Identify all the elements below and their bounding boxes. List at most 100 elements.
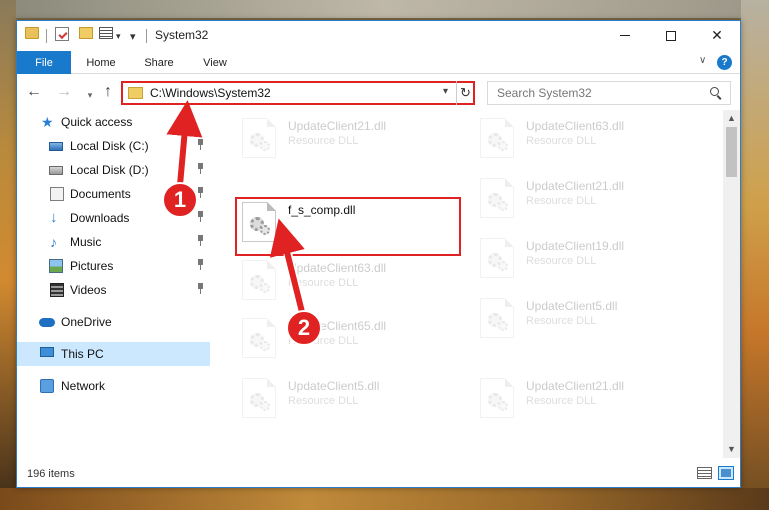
sidebar-item-music[interactable]: ♪ Music	[17, 230, 210, 254]
dll-file-icon	[480, 298, 514, 338]
tab-view[interactable]: View	[187, 51, 243, 74]
recent-locations-button[interactable]: ▾	[81, 87, 99, 103]
sidebar-item-label: Local Disk (C:)	[70, 139, 149, 153]
item-count: 196 items	[27, 468, 75, 480]
tab-share[interactable]: Share	[131, 51, 187, 74]
tab-file[interactable]: File	[17, 51, 71, 74]
customize-toolbar-icon[interactable]: ▾	[130, 27, 136, 45]
chevron-down-icon[interactable]: ∨	[699, 55, 706, 66]
tab-home[interactable]: Home	[71, 51, 131, 74]
pin-icon[interactable]	[196, 283, 204, 295]
file-type: Resource DLL	[288, 395, 359, 407]
file-tile[interactable]: UpdateClient63.dll Resource DLL	[474, 116, 704, 168]
star-icon: ★	[41, 114, 54, 130]
navigation-bar: ← → ▾ ↑ C:\Windows\System32 ▾ ↻ Search S…	[17, 75, 740, 110]
sidebar-item-label: Videos	[70, 283, 107, 297]
sidebar-item-onedrive[interactable]: OneDrive	[17, 310, 210, 334]
file-tile[interactable]: UpdateClient65.dll Resource DLL	[236, 316, 466, 368]
title-bar: ▾ ▾ System32 ✕	[17, 21, 740, 51]
maximize-button[interactable]	[648, 21, 694, 50]
vertical-scrollbar[interactable]: ▲ ▼	[723, 110, 740, 458]
sidebar-item-quick-access[interactable]: ★ Quick access	[17, 110, 210, 134]
chevron-down-icon[interactable]: ▾	[116, 27, 124, 45]
sidebar-item-label: Pictures	[70, 259, 114, 273]
file-type: Resource DLL	[526, 255, 597, 267]
address-dropdown[interactable]: ▾	[443, 86, 448, 97]
forward-button[interactable]: →	[55, 84, 73, 100]
sidebar-item-local-disk-c[interactable]: Local Disk (C:)	[17, 134, 210, 158]
sidebar-item-videos[interactable]: Videos	[17, 278, 210, 302]
sidebar-item-this-pc[interactable]: This PC	[17, 342, 210, 366]
status-bar: 196 items	[17, 458, 740, 487]
file-tile[interactable]: UpdateClient63.dll Resource DLL	[236, 258, 466, 310]
large-icons-view-icon[interactable]	[718, 466, 734, 480]
disk-icon	[49, 166, 63, 175]
sidebar-item-label: Downloads	[70, 211, 130, 225]
pin-icon[interactable]	[196, 259, 204, 271]
sidebar-item-network[interactable]: Network	[17, 374, 210, 398]
properties-icon[interactable]	[55, 27, 69, 41]
scroll-down-icon[interactable]: ▼	[727, 444, 736, 454]
minimize-button[interactable]	[602, 21, 648, 50]
search-input[interactable]: Search System32	[487, 81, 731, 105]
sidebar-item-label: This PC	[61, 347, 104, 361]
documents-icon	[50, 187, 64, 201]
file-tile[interactable]: UpdateClient21.dll Resource DLL	[474, 176, 704, 228]
file-tile[interactable]: UpdateClient5.dll Resource DLL	[474, 296, 704, 348]
explorer-window: ▾ ▾ System32 ✕ File Home Share View ∨ ? …	[16, 20, 741, 488]
downloads-icon: ↓	[50, 209, 58, 226]
pin-icon[interactable]	[196, 139, 204, 151]
sidebar-item-label: Music	[70, 235, 102, 249]
file-type: Resource DLL	[288, 135, 359, 147]
sidebar-item-local-disk-d[interactable]: Local Disk (D:)	[17, 158, 210, 182]
scroll-thumb[interactable]	[726, 127, 737, 177]
folder-icon	[128, 87, 143, 99]
navigation-pane: ★ Quick access Local Disk (C:) Local Dis…	[17, 110, 210, 458]
file-type: Resource DLL	[288, 277, 359, 289]
pin-icon[interactable]	[196, 163, 204, 175]
file-tile[interactable]: UpdateClient21.dll Resource DLL	[474, 376, 704, 428]
address-bar[interactable]: C:\Windows\System32 ▾ ↻	[121, 81, 475, 105]
view-icon[interactable]	[99, 27, 113, 39]
file-name: UpdateClient63.dll	[526, 119, 625, 133]
sidebar-item-label: Network	[61, 379, 106, 393]
up-button[interactable]: ↑	[99, 84, 117, 100]
dll-file-icon	[242, 260, 276, 300]
file-tile[interactable]: UpdateClient19.dll Resource DLL	[474, 236, 704, 288]
scroll-up-icon[interactable]: ▲	[727, 113, 736, 123]
file-tile[interactable]: UpdateClient5.dll Resource DLL	[236, 376, 466, 428]
dll-file-icon	[480, 378, 514, 418]
videos-icon	[50, 283, 64, 297]
pin-icon[interactable]	[196, 211, 204, 223]
file-tile[interactable]: UpdateClient21.dll Resource DLL	[236, 116, 466, 168]
disk-icon	[49, 142, 63, 151]
close-button[interactable]: ✕	[694, 21, 740, 50]
file-type: Resource DLL	[526, 395, 597, 407]
desktop-background-right	[741, 0, 769, 510]
maximize-icon	[666, 30, 676, 41]
dll-file-icon	[242, 378, 276, 418]
file-name: UpdateClient21.dll	[526, 179, 625, 193]
file-type: Resource DLL	[526, 315, 597, 327]
new-folder-icon[interactable]	[79, 27, 93, 39]
pin-icon[interactable]	[196, 235, 204, 247]
desktop-background-left	[0, 0, 16, 510]
address-path[interactable]: C:\Windows\System32	[150, 86, 271, 100]
file-type: Resource DLL	[526, 135, 597, 147]
sidebar-item-label: OneDrive	[61, 315, 112, 329]
highlight-box	[235, 197, 461, 256]
file-name: UpdateClient19.dll	[526, 239, 625, 253]
toolbar-separator	[46, 29, 47, 43]
pictures-icon	[49, 259, 63, 273]
search-icon[interactable]	[710, 87, 719, 96]
help-icon[interactable]: ?	[717, 55, 732, 70]
details-view-icon[interactable]	[697, 467, 712, 479]
file-name: UpdateClient63.dll	[288, 261, 387, 275]
dll-file-icon	[242, 118, 276, 158]
desktop-background-bottom	[0, 488, 769, 510]
back-button[interactable]: ←	[25, 84, 43, 100]
refresh-button[interactable]: ↻	[456, 81, 474, 105]
sidebar-item-pictures[interactable]: Pictures	[17, 254, 210, 278]
minimize-icon	[620, 35, 630, 36]
folder-icon	[25, 27, 39, 39]
